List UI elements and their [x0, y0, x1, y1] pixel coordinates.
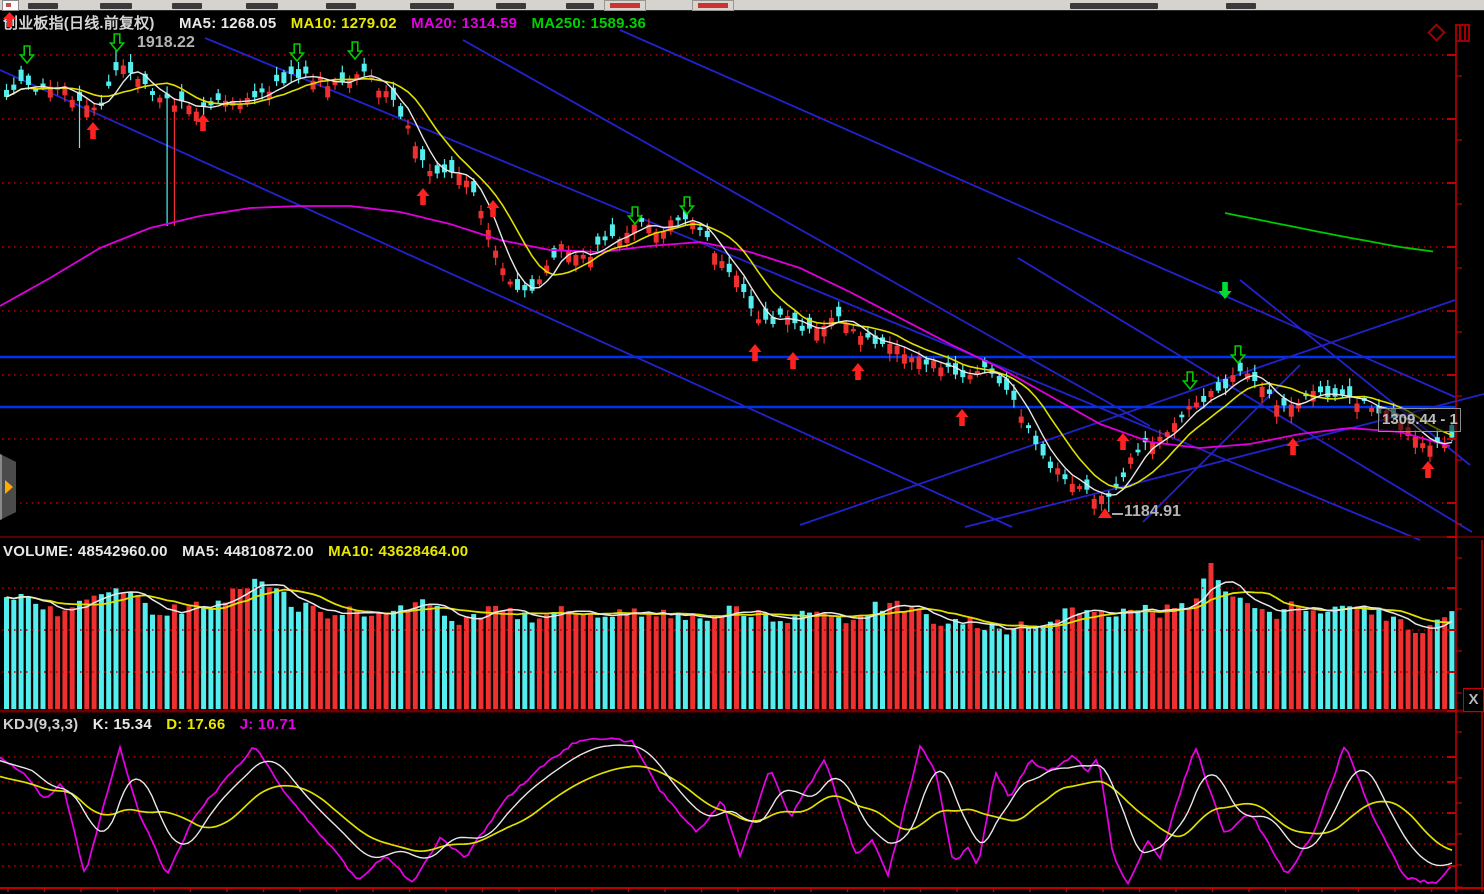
app-window: 创业板指(日线.前复权) MA5: 1268.05 MA10: 1279.02 … [0, 0, 1484, 894]
ma10-value-label: MA10: 1279.02 [291, 15, 397, 32]
chart-title: 创业板指(日线.前复权) [3, 15, 155, 32]
kdj-j-label: J: 10.71 [240, 716, 297, 733]
diamond-icon[interactable] [1427, 23, 1445, 41]
volume-ma10-label: MA10: 43628464.00 [328, 543, 468, 560]
chart-canvas[interactable] [0, 0, 1484, 894]
close-indicator-button[interactable]: X [1463, 688, 1484, 712]
sidebar-expand-handle[interactable] [0, 454, 16, 520]
low-price-label: 1184.91 [1124, 503, 1181, 521]
volume-ma5-label: MA5: 44810872.00 [182, 543, 314, 560]
kdj-k-label: K: 15.34 [93, 716, 152, 733]
kdj-d-label: D: 17.66 [166, 716, 225, 733]
kdj-param-label: KDJ(9,3,3) [3, 716, 78, 733]
kdj-header: KDJ(9,3,3) K: 15.34 D: 17.66 J: 10.71 [3, 716, 306, 733]
ma250-value-label: MA250: 1589.36 [532, 15, 647, 32]
main-chart-header: 创业板指(日线.前复权) MA5: 1268.05 MA10: 1279.02 … [3, 12, 656, 33]
ma5-value-label: MA5: 1268.05 [179, 15, 276, 32]
volume-header: VOLUME: 48542960.00 MA5: 44810872.00 MA1… [3, 543, 478, 560]
high-price-label: 1918.22 [137, 34, 195, 52]
ma20-value-label: MA20: 1314.59 [411, 15, 517, 32]
corner-icons [1430, 24, 1470, 46]
trendline-price-label: 1309.44 - 1 [1378, 408, 1461, 432]
window-layout-icon[interactable] [1455, 24, 1470, 42]
volume-value-label: VOLUME: 48542960.00 [3, 543, 168, 560]
expand-arrow-icon [5, 480, 13, 494]
